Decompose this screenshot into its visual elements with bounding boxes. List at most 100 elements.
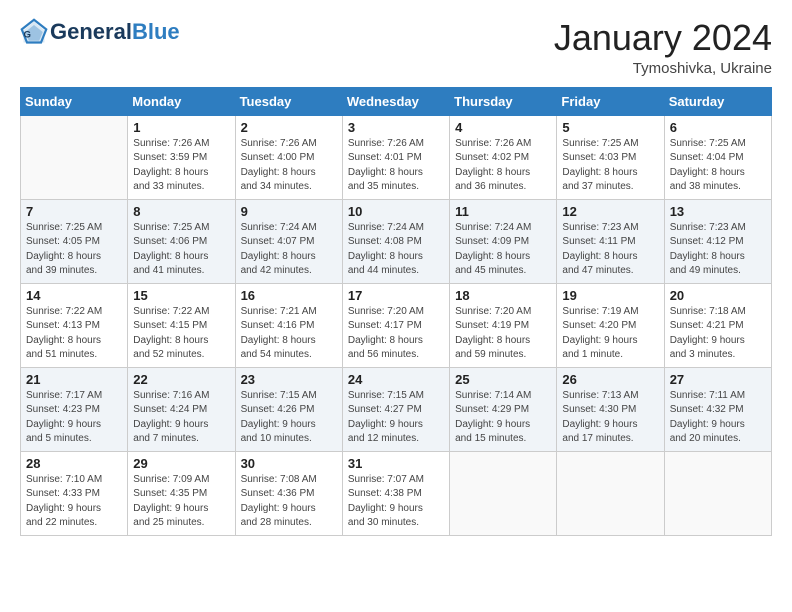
table-row: 16 Sunrise: 7:21 AM Sunset: 4:16 PM Dayli… (235, 283, 342, 367)
day-info: Sunrise: 7:25 AM Sunset: 4:05 PM Dayligh… (26, 221, 122, 279)
day-number: 16 (241, 288, 337, 303)
table-row: 31 Sunrise: 7:07 AM Sunset: 4:38 PM Dayli… (342, 451, 449, 535)
table-row: 9Sunrise: 7:24 AM Sunset: 4:07 PM Daylig… (235, 199, 342, 283)
col-tuesday: Tuesday (235, 87, 342, 115)
calendar-header-row: Sunday Monday Tuesday Wednesday Thursday… (21, 87, 772, 115)
table-row (450, 451, 557, 535)
table-row: 26 Sunrise: 7:13 AM Sunset: 4:30 PM Dayli… (557, 367, 664, 451)
day-number: 2 (241, 120, 337, 135)
day-info: Sunrise: 7:26 AM Sunset: 4:01 PM Dayligh… (348, 137, 444, 195)
table-row: 24 Sunrise: 7:15 AM Sunset: 4:27 PM Dayli… (342, 367, 449, 451)
day-info: Sunrise: 7:22 AM Sunset: 4:15 PM Dayligh… (133, 305, 229, 363)
logo-blue-text: Blue (132, 21, 180, 43)
day-info: Sunrise: 7:16 AM Sunset: 4:24 PM Dayligh… (133, 389, 229, 447)
day-info: Sunrise: 7:21 AM Sunset: 4:16 PM Dayligh… (241, 305, 337, 363)
table-row: 18Sunrise: 7:20 AM Sunset: 4:19 PM Dayli… (450, 283, 557, 367)
day-info: Sunrise: 7:24 AM Sunset: 4:08 PM Dayligh… (348, 221, 444, 279)
day-number: 30 (241, 456, 337, 471)
col-thursday: Thursday (450, 87, 557, 115)
month-title: January 2024 (554, 18, 772, 58)
day-number: 28 (26, 456, 122, 471)
day-info: Sunrise: 7:18 AM Sunset: 4:21 PM Dayligh… (670, 305, 766, 363)
table-row: 20 Sunrise: 7:18 AM Sunset: 4:21 PM Dayli… (664, 283, 771, 367)
day-number: 10 (348, 204, 444, 219)
day-number: 26 (562, 372, 658, 387)
logo: G GeneralBlue (20, 18, 180, 46)
day-number: 20 (670, 288, 766, 303)
day-number: 8 (133, 204, 229, 219)
day-number: 6 (670, 120, 766, 135)
day-number: 12 (562, 204, 658, 219)
table-row: 4 Sunrise: 7:26 AM Sunset: 4:02 PM Daylig… (450, 115, 557, 199)
table-row: 30 Sunrise: 7:08 AM Sunset: 4:36 PM Dayli… (235, 451, 342, 535)
calendar-week-row: 7Sunrise: 7:25 AM Sunset: 4:05 PM Daylig… (21, 199, 772, 283)
table-row: 28 Sunrise: 7:10 AM Sunset: 4:33 PM Dayli… (21, 451, 128, 535)
table-row: 22 Sunrise: 7:16 AM Sunset: 4:24 PM Dayli… (128, 367, 235, 451)
svg-text:G: G (24, 29, 31, 40)
table-row: 7Sunrise: 7:25 AM Sunset: 4:05 PM Daylig… (21, 199, 128, 283)
day-number: 11 (455, 204, 551, 219)
day-number: 21 (26, 372, 122, 387)
table-row: 3 Sunrise: 7:26 AM Sunset: 4:01 PM Daylig… (342, 115, 449, 199)
calendar-week-row: 21 Sunrise: 7:17 AM Sunset: 4:23 PM Dayli… (21, 367, 772, 451)
day-number: 17 (348, 288, 444, 303)
day-number: 19 (562, 288, 658, 303)
day-info: Sunrise: 7:17 AM Sunset: 4:23 PM Dayligh… (26, 389, 122, 447)
calendar-week-row: 14 Sunrise: 7:22 AM Sunset: 4:13 PM Dayli… (21, 283, 772, 367)
day-info: Sunrise: 7:15 AM Sunset: 4:27 PM Dayligh… (348, 389, 444, 447)
day-info: Sunrise: 7:09 AM Sunset: 4:35 PM Dayligh… (133, 473, 229, 531)
day-info: Sunrise: 7:13 AM Sunset: 4:30 PM Dayligh… (562, 389, 658, 447)
table-row: 12Sunrise: 7:23 AM Sunset: 4:11 PM Dayli… (557, 199, 664, 283)
calendar-week-row: 28 Sunrise: 7:10 AM Sunset: 4:33 PM Dayli… (21, 451, 772, 535)
day-number: 9 (241, 204, 337, 219)
day-number: 13 (670, 204, 766, 219)
table-row: 1Sunrise: 7:26 AM Sunset: 3:59 PM Daylig… (128, 115, 235, 199)
day-info: Sunrise: 7:25 AM Sunset: 4:04 PM Dayligh… (670, 137, 766, 195)
day-info: Sunrise: 7:15 AM Sunset: 4:26 PM Dayligh… (241, 389, 337, 447)
table-row (21, 115, 128, 199)
day-info: Sunrise: 7:23 AM Sunset: 4:12 PM Dayligh… (670, 221, 766, 279)
table-row: 5Sunrise: 7:25 AM Sunset: 4:03 PM Daylig… (557, 115, 664, 199)
day-info: Sunrise: 7:07 AM Sunset: 4:38 PM Dayligh… (348, 473, 444, 531)
day-info: Sunrise: 7:20 AM Sunset: 4:17 PM Dayligh… (348, 305, 444, 363)
logo-general-text: General (50, 21, 132, 43)
day-number: 24 (348, 372, 444, 387)
day-info: Sunrise: 7:25 AM Sunset: 4:06 PM Dayligh… (133, 221, 229, 279)
col-sunday: Sunday (21, 87, 128, 115)
title-area: January 2024 Tymoshivka, Ukraine (554, 18, 772, 77)
day-info: Sunrise: 7:10 AM Sunset: 4:33 PM Dayligh… (26, 473, 122, 531)
day-info: Sunrise: 7:19 AM Sunset: 4:20 PM Dayligh… (562, 305, 658, 363)
day-number: 3 (348, 120, 444, 135)
table-row (664, 451, 771, 535)
calendar-table: Sunday Monday Tuesday Wednesday Thursday… (20, 87, 772, 536)
day-info: Sunrise: 7:26 AM Sunset: 4:02 PM Dayligh… (455, 137, 551, 195)
logo-area: G GeneralBlue (20, 18, 180, 46)
day-number: 22 (133, 372, 229, 387)
calendar-page: G GeneralBlue January 2024 Tymoshivka, U… (0, 0, 792, 612)
day-number: 14 (26, 288, 122, 303)
day-number: 1 (133, 120, 229, 135)
table-row: 27Sunrise: 7:11 AM Sunset: 4:32 PM Dayli… (664, 367, 771, 451)
table-row: 2Sunrise: 7:26 AM Sunset: 4:00 PM Daylig… (235, 115, 342, 199)
table-row: 21 Sunrise: 7:17 AM Sunset: 4:23 PM Dayli… (21, 367, 128, 451)
table-row: 11 Sunrise: 7:24 AM Sunset: 4:09 PM Dayli… (450, 199, 557, 283)
header: G GeneralBlue January 2024 Tymoshivka, U… (20, 18, 772, 77)
day-number: 29 (133, 456, 229, 471)
day-number: 5 (562, 120, 658, 135)
table-row: 13 Sunrise: 7:23 AM Sunset: 4:12 PM Dayli… (664, 199, 771, 283)
table-row: 6 Sunrise: 7:25 AM Sunset: 4:04 PM Daylig… (664, 115, 771, 199)
col-monday: Monday (128, 87, 235, 115)
day-number: 31 (348, 456, 444, 471)
day-number: 18 (455, 288, 551, 303)
day-info: Sunrise: 7:08 AM Sunset: 4:36 PM Dayligh… (241, 473, 337, 531)
table-row (557, 451, 664, 535)
table-row: 25Sunrise: 7:14 AM Sunset: 4:29 PM Dayli… (450, 367, 557, 451)
day-info: Sunrise: 7:22 AM Sunset: 4:13 PM Dayligh… (26, 305, 122, 363)
table-row: 23 Sunrise: 7:15 AM Sunset: 4:26 PM Dayli… (235, 367, 342, 451)
day-number: 4 (455, 120, 551, 135)
day-info: Sunrise: 7:24 AM Sunset: 4:09 PM Dayligh… (455, 221, 551, 279)
day-number: 23 (241, 372, 337, 387)
calendar-week-row: 1Sunrise: 7:26 AM Sunset: 3:59 PM Daylig… (21, 115, 772, 199)
table-row: 29 Sunrise: 7:09 AM Sunset: 4:35 PM Dayli… (128, 451, 235, 535)
table-row: 8 Sunrise: 7:25 AM Sunset: 4:06 PM Daylig… (128, 199, 235, 283)
